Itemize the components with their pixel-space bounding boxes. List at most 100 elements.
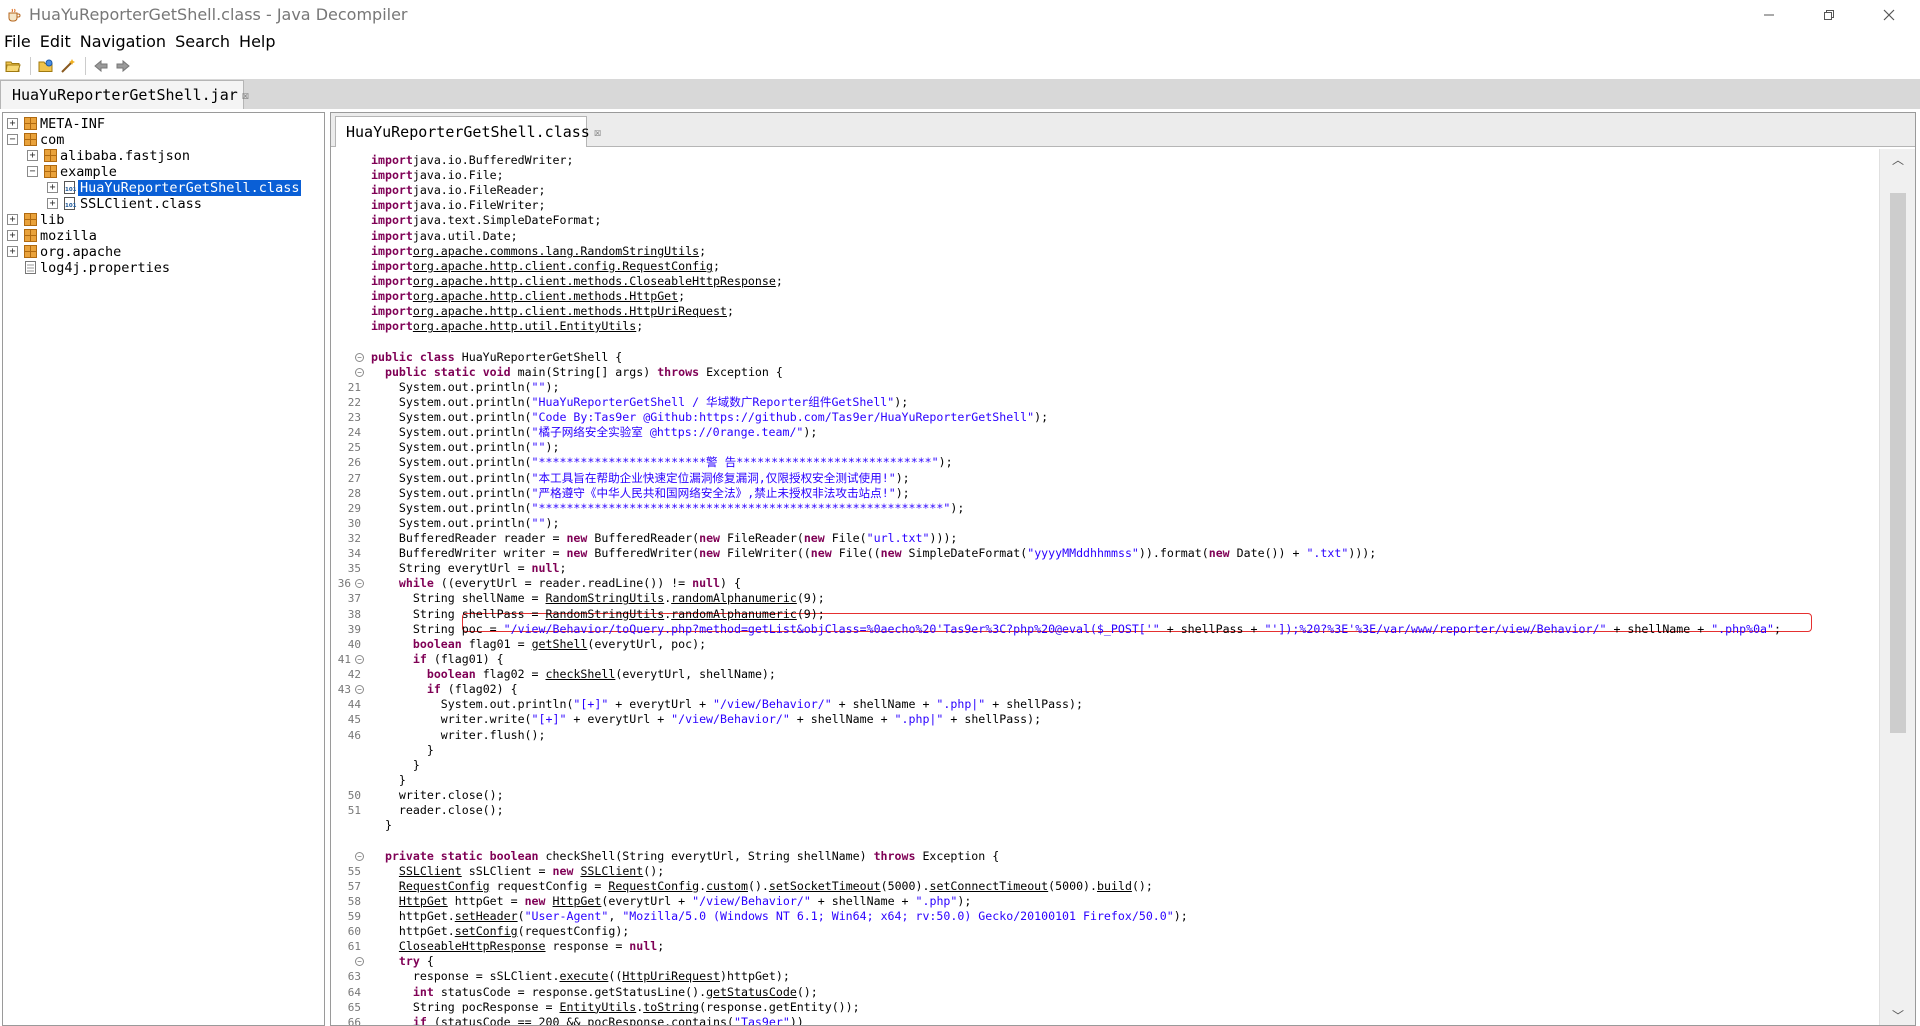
link-token[interactable]: SSLClient — [580, 864, 643, 878]
link-token[interactable]: RandomStringUtils — [546, 607, 665, 621]
link-token[interactable]: setHeader — [455, 909, 518, 923]
tree-item[interactable]: + META-INF — [3, 116, 323, 132]
fold-toggle-icon[interactable]: − — [355, 654, 364, 664]
forward-button[interactable] — [113, 56, 133, 76]
fold-toggle-icon[interactable]: − — [355, 352, 364, 362]
menu-file[interactable]: File — [4, 32, 31, 51]
scroll-up-icon[interactable]: ︿ — [1880, 149, 1916, 169]
editor-tab-strip: 101 HuaYuReporterGetShell.class ☒ — [331, 113, 1915, 147]
link-token[interactable]: HttpUriRequest — [622, 969, 720, 983]
link-token[interactable]: checkShell — [546, 667, 616, 681]
open-folder-icon — [38, 59, 53, 72]
tree-item[interactable]: + org.apache — [3, 244, 323, 260]
code-line: httpGet.setConfig(requestConfig); — [371, 924, 629, 939]
fold-toggle-icon[interactable]: − — [355, 957, 364, 967]
expand-icon[interactable]: + — [7, 214, 18, 225]
link-token[interactable]: setSocketTimeout — [769, 879, 881, 893]
fold-toggle-icon[interactable]: − — [355, 851, 364, 861]
menu-help[interactable]: Help — [239, 32, 275, 51]
scrollbar-thumb[interactable] — [1890, 193, 1906, 733]
line-number-gutter: − −21 22 23 24 25 26 27 28 29 30 32 34 35 36−37 38 39 40 4… — [331, 149, 364, 1025]
collapse-icon[interactable]: − — [27, 166, 38, 177]
maximize-button[interactable] — [1800, 0, 1858, 29]
link-token[interactable]: CloseableHttpResponse — [399, 939, 546, 953]
scroll-down-icon[interactable]: ﹀ — [1880, 1005, 1916, 1025]
line-number: 23 — [347, 411, 361, 425]
open-file-button[interactable] — [3, 56, 23, 76]
fold-toggle-icon[interactable]: − — [355, 579, 364, 589]
expand-icon[interactable]: + — [7, 230, 18, 241]
tab-close-icon[interactable]: ☒ — [594, 125, 601, 139]
tree-item[interactable]: + mozilla — [3, 228, 323, 244]
link-token[interactable]: HttpGet — [553, 894, 602, 908]
open-folder-button[interactable] — [36, 56, 56, 76]
fold-toggle-icon[interactable]: − — [355, 685, 364, 695]
link-token[interactable]: SSLClient — [399, 864, 462, 878]
expand-icon[interactable]: + — [7, 118, 18, 129]
link-token[interactable]: randomAlphanumeric — [671, 591, 797, 605]
code-token: File( — [824, 531, 867, 545]
tree-item[interactable]: +101 HuaYuReporterGetShell.class — [3, 180, 323, 196]
link-token[interactable]: HttpGet — [399, 894, 448, 908]
code-line: System.out.println(""); — [371, 440, 560, 455]
link-token[interactable]: RequestConfig — [399, 879, 490, 893]
link-token[interactable]: getShell — [532, 637, 588, 651]
link-token[interactable]: setConnectTimeout — [929, 879, 1048, 893]
minimize-button[interactable] — [1740, 0, 1798, 29]
code-token: Exception { — [915, 848, 1000, 863]
expand-icon[interactable]: + — [27, 150, 38, 161]
link-token[interactable]: RandomStringUtils — [546, 591, 665, 605]
link-token[interactable]: org.apache.http.util.EntityUtils — [413, 319, 636, 333]
code-view[interactable]: − −21 22 23 24 25 26 27 28 29 30 32 34 35 36−37 38 39 40 4… — [331, 149, 1879, 1025]
tree-item[interactable]: + lib — [3, 212, 323, 228]
string-token: "/view/Behavior/toQuery.php?method=getLi… — [503, 621, 1160, 636]
link-token[interactable]: custom — [706, 879, 748, 893]
tree-item[interactable]: − example — [3, 164, 323, 180]
link-token[interactable]: org.apache.http.client.methods.Closeable… — [413, 274, 776, 288]
link-token[interactable]: EntityUtils — [559, 1000, 636, 1014]
code-line: System.out.println("Code By:Tas9er @Gith… — [371, 410, 1048, 425]
code-token: sSLClient = — [461, 863, 553, 878]
code-line: System.out.println("HuaYuReporterGetShel… — [371, 395, 908, 410]
link-token[interactable]: RequestConfig — [608, 879, 699, 893]
link-token[interactable]: org.apache.http.client.config.RequestCon… — [413, 259, 713, 273]
link-token[interactable]: org.apache.commons.lang.RandomStringUtil… — [413, 244, 699, 258]
tab-jar-file[interactable]: JAR HuaYuReporterGetShell.jar ☒ — [0, 80, 249, 109]
svg-text:101: 101 — [65, 187, 77, 193]
keyword-token: public static void — [384, 364, 511, 379]
line-number: 66 — [347, 1015, 361, 1025]
link-token[interactable]: build — [1097, 879, 1132, 893]
link-token[interactable]: setConfig — [455, 924, 518, 938]
tree-item[interactable]: + alibaba.fastjson — [3, 148, 323, 164]
code-token: System.out.println( — [371, 470, 532, 485]
tree-item[interactable]: +101 SSLClient.class — [3, 196, 323, 212]
tree-item[interactable]: − com — [3, 132, 323, 148]
expand-icon[interactable]: + — [47, 182, 58, 193]
menu-search[interactable]: Search — [175, 32, 230, 51]
menu-edit[interactable]: Edit — [40, 32, 71, 51]
menu-navigation[interactable]: Navigation — [80, 32, 166, 51]
expand-icon[interactable]: + — [47, 198, 58, 209]
code-token: ; — [636, 319, 644, 334]
code-token: writer.close(); — [371, 788, 504, 803]
tab-close-icon[interactable]: ☒ — [242, 88, 249, 102]
collapse-icon[interactable]: − — [7, 134, 18, 145]
package-icon — [44, 165, 57, 178]
string-token: "yyyyMMddhhmmss" — [1027, 546, 1139, 561]
link-token[interactable]: toString — [643, 1000, 699, 1014]
link-token[interactable]: org.apache.http.client.methods.HttpUriRe… — [413, 304, 727, 318]
line-number: 64 — [347, 985, 361, 999]
close-button[interactable] — [1860, 0, 1918, 29]
link-token[interactable]: execute — [559, 969, 608, 983]
link-token[interactable]: org.apache.http.client.methods.HttpGet — [413, 289, 678, 303]
search-wand-button[interactable] — [58, 56, 78, 76]
tab-class-file[interactable]: 101 HuaYuReporterGetShell.class ☒ — [335, 116, 601, 147]
link-token[interactable]: getStatusCode — [706, 985, 797, 999]
back-button[interactable] — [91, 56, 111, 76]
link-token[interactable]: randomAlphanumeric — [671, 607, 797, 621]
expand-icon[interactable]: + — [7, 246, 18, 257]
vertical-scrollbar[interactable]: ︿ ﹀ — [1879, 149, 1915, 1025]
tree-item[interactable]: log4j.properties — [3, 260, 323, 276]
fold-toggle-icon[interactable]: − — [355, 367, 364, 377]
